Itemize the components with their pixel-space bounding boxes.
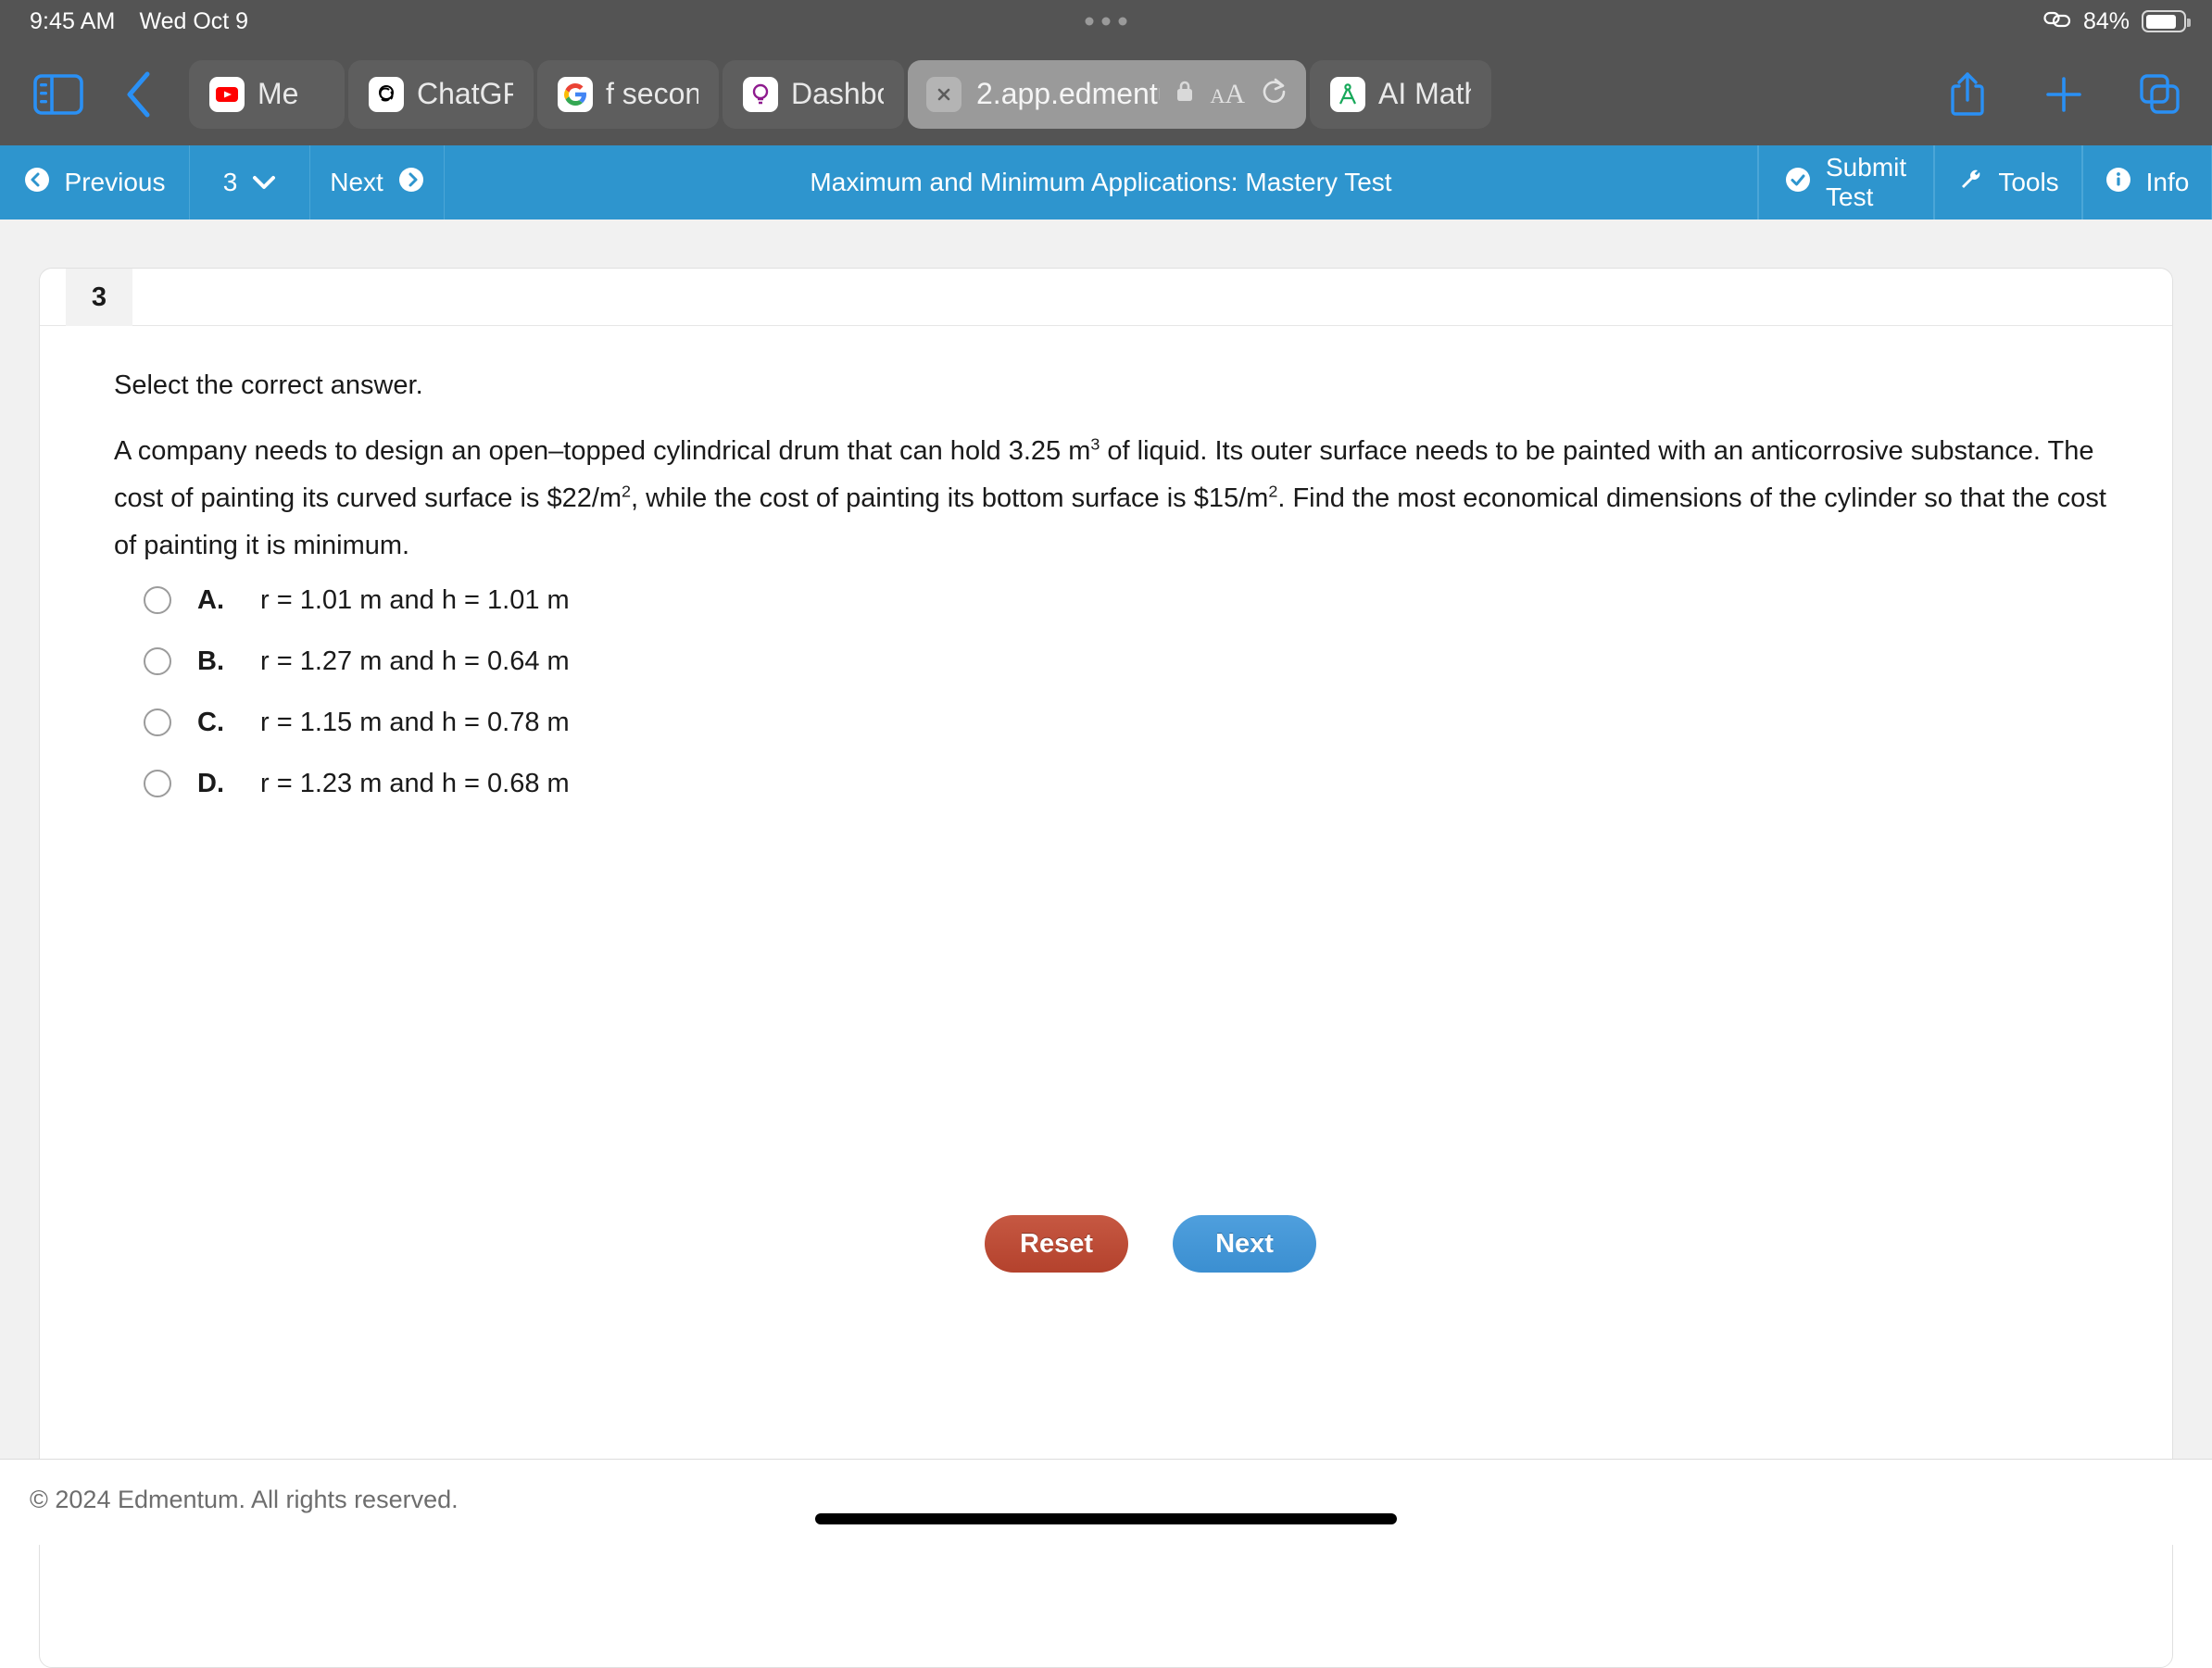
compass-icon [1330, 76, 1365, 112]
radio-button-d[interactable] [144, 770, 171, 797]
test-toolbar: Previous 3 Next Maximum and Minimum Appl… [0, 145, 2212, 219]
toolbar-right-group: Submit Test Tools Info [1758, 145, 2212, 219]
previous-question-button[interactable]: Previous [0, 145, 190, 219]
status-left: 9:45 AM Wed Oct 9 [0, 8, 248, 35]
option-text: r = 1.01 m and h = 1.01 m [260, 584, 570, 615]
question-selector[interactable]: 3 [190, 145, 310, 219]
text-size-button[interactable]: AA [1210, 79, 1245, 110]
chain-link-icon [2043, 9, 2071, 34]
question-body-part-1: A company needs to design an open–topped… [114, 436, 1091, 466]
question-instruction: Select the correct answer. [114, 370, 423, 400]
option-text: r = 1.23 m and h = 0.68 m [260, 768, 570, 798]
reload-icon[interactable] [1260, 76, 1288, 113]
tab-label: ChatGPT [417, 77, 513, 110]
option-letter: B. [197, 646, 224, 676]
browser-tab-active-edmentum[interactable]: 2.app.edmentum.com AA [908, 59, 1306, 129]
reset-button[interactable]: Reset [985, 1215, 1128, 1273]
arrow-right-circle-icon [398, 167, 424, 199]
address-bar-tools: AA [1175, 76, 1288, 113]
answer-option-a[interactable]: A. r = 1.01 m and h = 1.01 m [144, 570, 570, 631]
lock-icon [1175, 77, 1195, 111]
radio-button-a[interactable] [144, 586, 171, 614]
next-label: Next [330, 168, 383, 196]
battery-percent: 84% [2082, 7, 2130, 34]
info-label: Info [2145, 168, 2190, 196]
address-bar-url[interactable]: 2.app.edmentum.com [976, 77, 1160, 111]
question-actions: Reset Next [985, 1215, 1316, 1273]
next-question-button[interactable]: Next [310, 145, 445, 219]
home-indicator[interactable] [815, 1513, 1397, 1524]
question-body: A company needs to design an open–topped… [114, 428, 2107, 570]
current-question-number: 3 [222, 168, 238, 196]
previous-label: Previous [64, 168, 166, 196]
battery-icon [2142, 10, 2191, 32]
option-letter: C. [197, 707, 224, 737]
dot [1101, 17, 1111, 26]
text-size-small-a: A [1210, 83, 1225, 107]
radio-button-b[interactable] [144, 647, 171, 675]
submit-test-button[interactable]: Submit Test [1758, 145, 1934, 219]
card-divider [40, 325, 2172, 326]
text-size-large-a: A [1225, 78, 1245, 109]
youtube-icon [209, 76, 245, 112]
answer-option-b[interactable]: B. r = 1.27 m and h = 0.64 m [144, 631, 570, 692]
check-circle-icon [1785, 167, 1811, 199]
tabs-icon[interactable] [2136, 69, 2184, 120]
chevron-down-icon [252, 168, 276, 197]
info-button[interactable]: Info [2082, 145, 2212, 219]
multitask-handle[interactable] [1085, 17, 1127, 26]
tab-label: AI Math C [1378, 77, 1471, 110]
clock: 9:45 AM [30, 7, 116, 34]
question-body-sup-1: 3 [1090, 434, 1100, 454]
option-text: r = 1.15 m and h = 0.78 m [260, 707, 570, 737]
openai-icon [369, 76, 404, 112]
lightbulb-icon [743, 76, 778, 112]
plus-icon[interactable] [2040, 69, 2088, 120]
google-icon [558, 76, 593, 112]
ipad-status-bar: 9:45 AM Wed Oct 9 84% [0, 0, 2212, 43]
answer-options: A. r = 1.01 m and h = 1.01 m B. r = 1.27… [144, 570, 570, 814]
browser-tab-google[interactable]: f second [537, 59, 719, 129]
arrow-left-circle-icon [24, 167, 50, 199]
share-icon[interactable] [1943, 69, 1992, 120]
sidebar-toggle-icon[interactable] [30, 70, 87, 119]
browser-tab-ai-math[interactable]: AI Math C [1310, 59, 1491, 129]
option-letter: A. [197, 584, 224, 615]
close-tab-icon[interactable] [926, 76, 961, 112]
copyright-text: © 2024 Edmentum. All rights reserved. [30, 1486, 459, 1513]
radio-button-c[interactable] [144, 709, 171, 736]
dot [1118, 17, 1127, 26]
browser-actions [1943, 43, 2184, 145]
status-right: 84% [2043, 0, 2191, 43]
question-number-chip: 3 [66, 269, 132, 326]
page-footer: © 2024 Edmentum. All rights reserved. [0, 1459, 2212, 1545]
browser-tab-youtube[interactable]: Me [189, 59, 345, 129]
dot [1085, 17, 1094, 26]
browser-tab-dashboard[interactable]: Dashboa [723, 59, 904, 129]
question-body-part-3: , while the cost of painting its bottom … [631, 483, 1269, 513]
safari-tab-bar: Me ChatGPT f second Dashboa [0, 43, 2212, 145]
next-button[interactable]: Next [1173, 1215, 1316, 1273]
option-letter: D. [197, 768, 224, 798]
question-body-sup-2: 2 [622, 482, 632, 501]
answer-option-c[interactable]: C. r = 1.15 m and h = 0.78 m [144, 692, 570, 753]
tools-label: Tools [1998, 168, 2059, 196]
page-body: 3 Select the correct answer. A company n… [0, 219, 2212, 1668]
test-title: Maximum and Minimum Applications: Master… [445, 145, 1758, 219]
tab-label: f second [606, 77, 698, 110]
wrench-icon [1957, 167, 1983, 199]
chevron-left-icon[interactable] [111, 68, 165, 121]
submit-test-label: Submit Test [1826, 153, 1907, 211]
answer-option-d[interactable]: D. r = 1.23 m and h = 0.68 m [144, 753, 570, 814]
tab-label: Dashboa [791, 77, 884, 110]
date-label: Wed Oct 9 [139, 7, 249, 34]
tools-button[interactable]: Tools [1934, 145, 2082, 219]
tab-label: Me [258, 77, 299, 110]
option-text: r = 1.27 m and h = 0.64 m [260, 646, 570, 676]
info-circle-icon [2105, 167, 2131, 199]
question-body-sup-3: 2 [1268, 482, 1278, 501]
browser-tab-chatgpt[interactable]: ChatGPT [348, 59, 534, 129]
tab-strip[interactable]: Me ChatGPT f second Dashboa [189, 59, 1491, 129]
